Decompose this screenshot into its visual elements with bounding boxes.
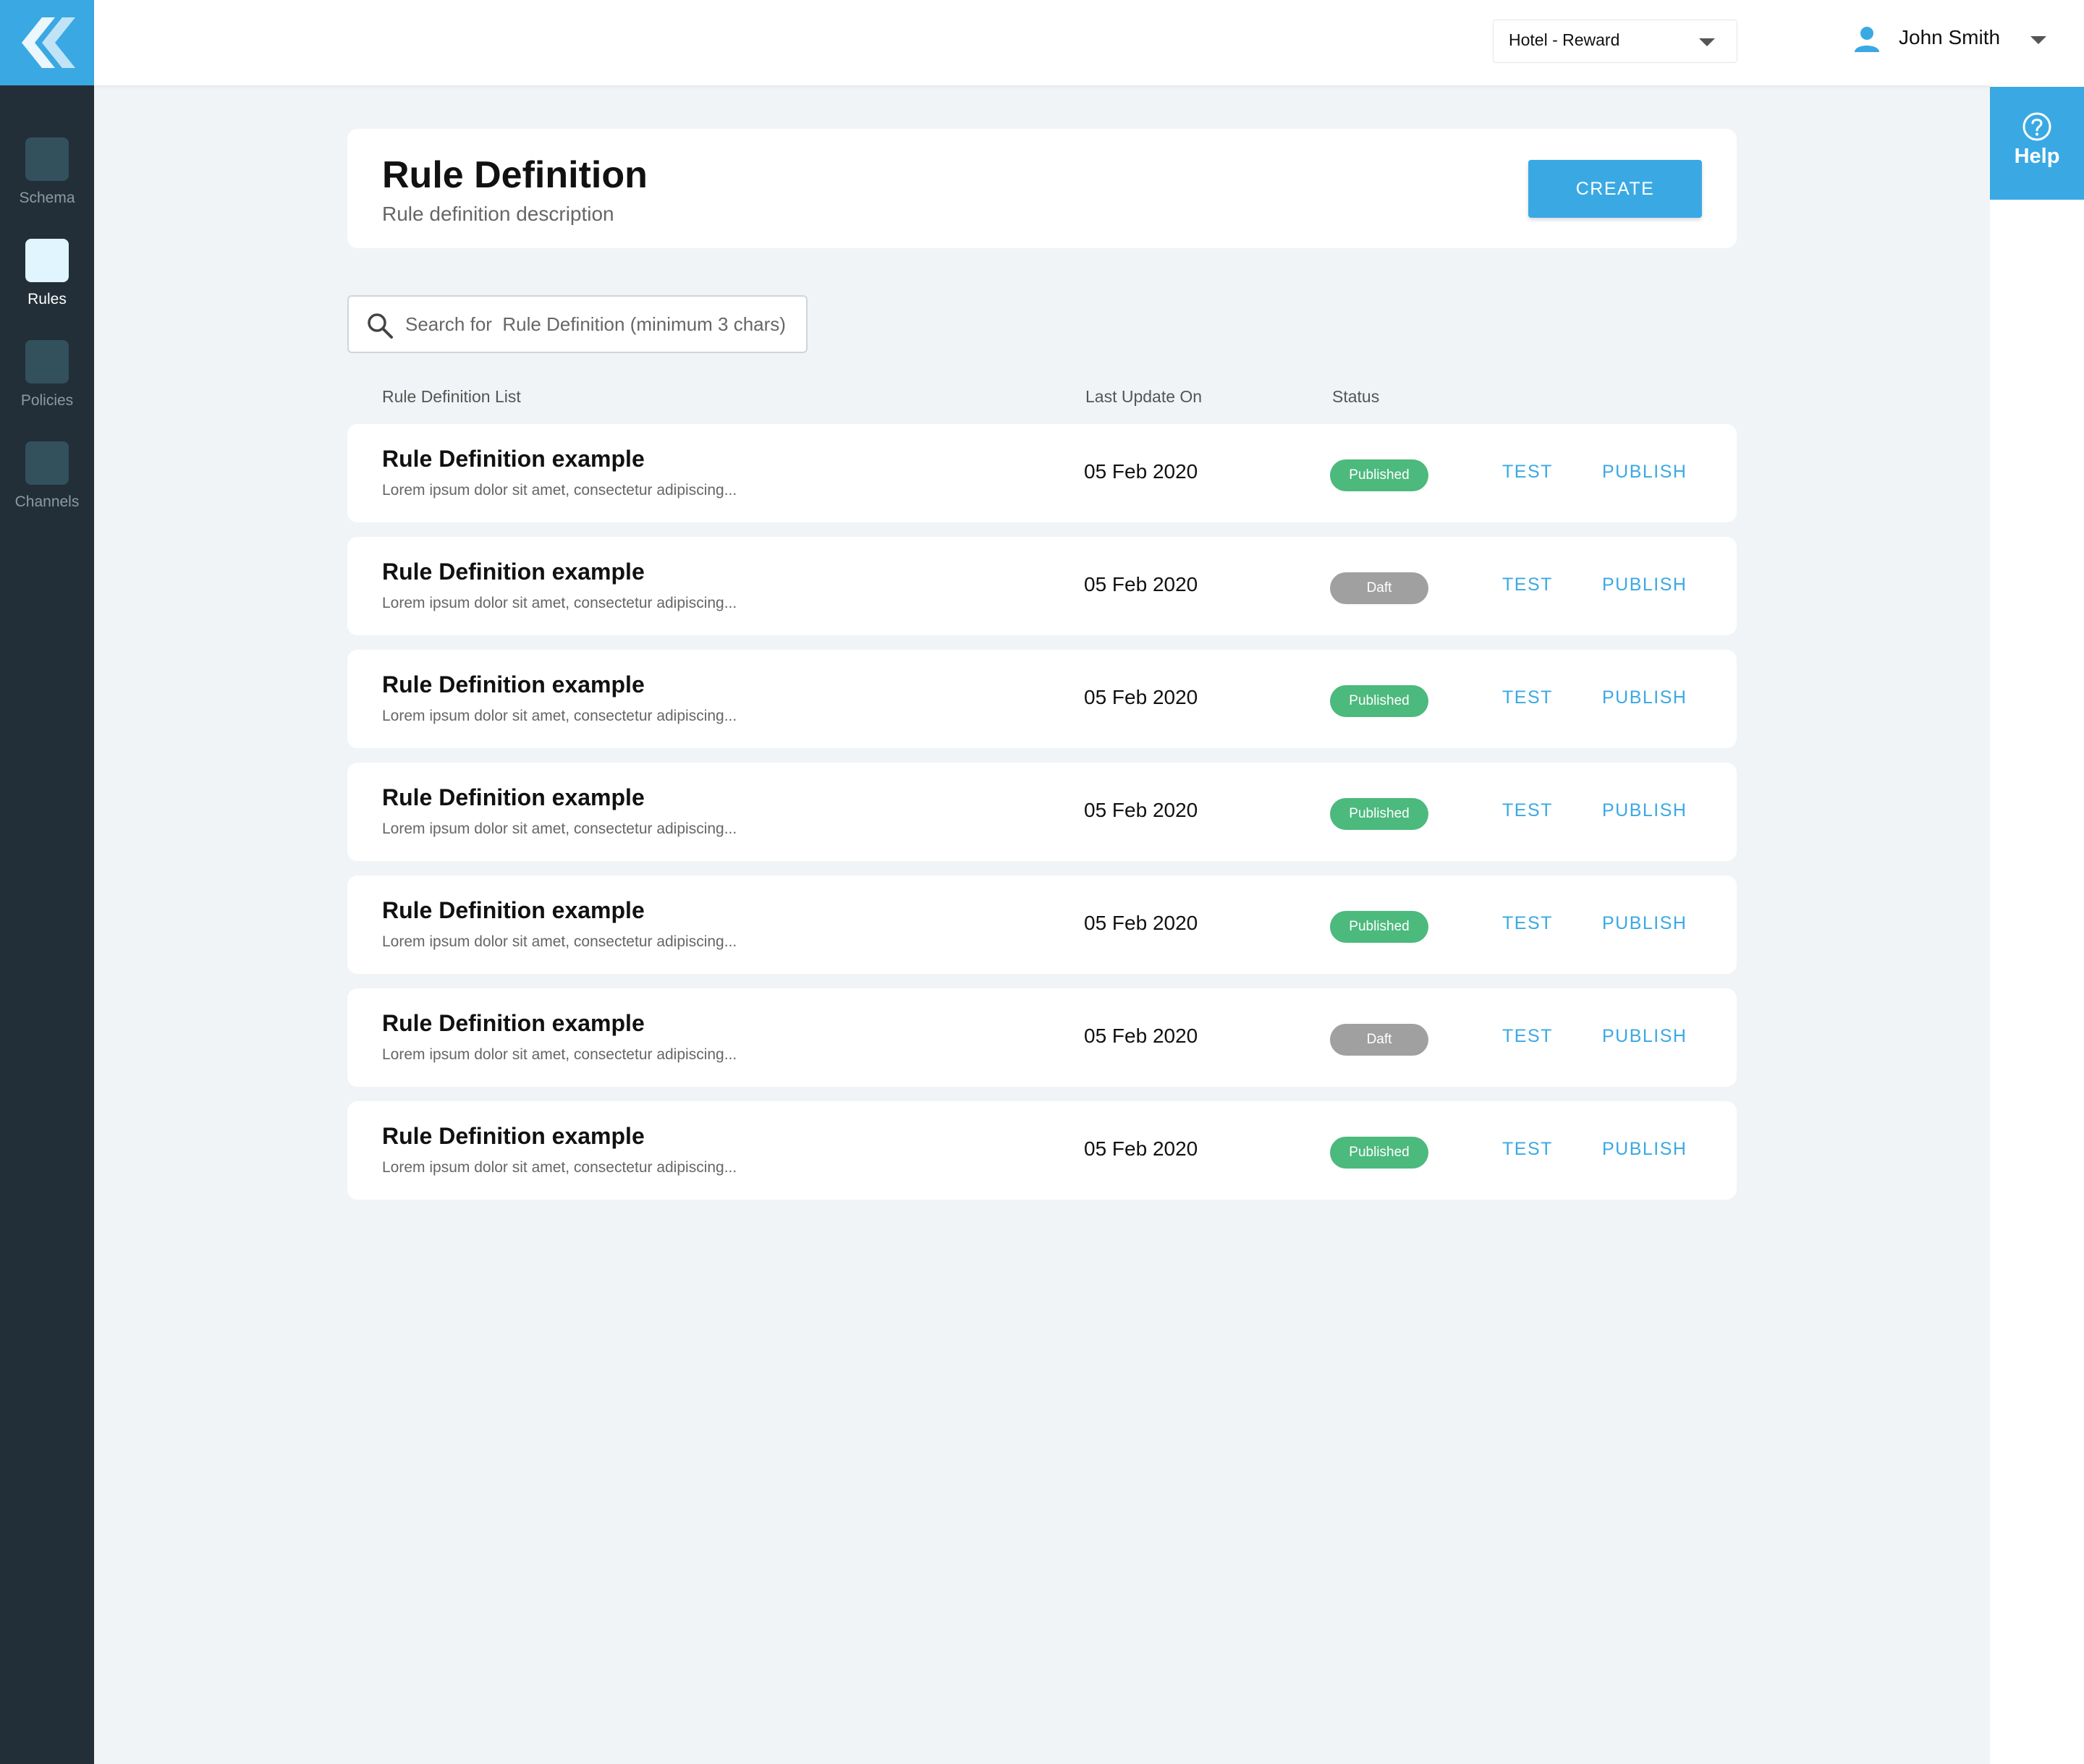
schema-icon xyxy=(25,137,69,181)
row-date: 05 Feb 2020 xyxy=(1084,573,1198,595)
row-title: Rule Definition example xyxy=(382,446,645,472)
test-button[interactable]: TEST xyxy=(1502,574,1553,595)
test-button[interactable]: TEST xyxy=(1502,1026,1553,1047)
status-badge: Published xyxy=(1330,685,1428,717)
column-header-list: Rule Definition List xyxy=(382,387,521,406)
publish-button[interactable]: PUBLISH xyxy=(1602,462,1687,483)
test-button[interactable]: TEST xyxy=(1502,800,1553,821)
sidebar-item-label: Policies xyxy=(20,392,74,409)
row-title: Rule Definition example xyxy=(382,1010,645,1036)
sidebar-item-label: Schema xyxy=(19,190,75,206)
row-title: Rule Definition example xyxy=(382,784,645,810)
logo-icon xyxy=(22,17,75,68)
publish-button[interactable]: PUBLISH xyxy=(1602,574,1687,595)
status-badge: Published xyxy=(1330,798,1428,830)
search-input[interactable] xyxy=(405,307,796,342)
sidebar-item-channels[interactable]: Channels xyxy=(0,441,94,511)
status-badge: Published xyxy=(1330,459,1428,491)
row-date: 05 Feb 2020 xyxy=(1084,799,1198,821)
header-card: Rule Definition Rule definition descript… xyxy=(347,129,1737,248)
test-button[interactable]: TEST xyxy=(1502,687,1553,708)
table-row[interactable]: Rule Definition example Lorem ipsum dolo… xyxy=(347,537,1737,635)
sidebar-item-label: Rules xyxy=(27,291,67,308)
status-badge: Daft xyxy=(1330,1024,1428,1056)
table-row[interactable]: Rule Definition example Lorem ipsum dolo… xyxy=(347,763,1737,861)
test-button[interactable]: TEST xyxy=(1502,1139,1553,1160)
search-box[interactable] xyxy=(347,295,808,353)
row-date: 05 Feb 2020 xyxy=(1084,1137,1198,1160)
page-title: Rule Definition xyxy=(382,154,648,196)
row-description: Lorem ipsum dolor sit amet, consectetur … xyxy=(382,482,737,499)
table-row[interactable]: Rule Definition example Lorem ipsum dolo… xyxy=(347,650,1737,748)
property-select-value: Hotel - Reward xyxy=(1509,30,1620,49)
chevron-down-icon xyxy=(1699,38,1715,46)
table-row[interactable]: Rule Definition example Lorem ipsum dolo… xyxy=(347,424,1737,522)
row-description: Lorem ipsum dolor sit amet, consectetur … xyxy=(382,1159,737,1176)
user-menu-chevron-icon[interactable] xyxy=(2030,36,2046,44)
property-select[interactable]: Hotel - Reward xyxy=(1493,20,1737,63)
policies-icon xyxy=(25,340,69,383)
test-button[interactable]: TEST xyxy=(1502,913,1553,934)
row-description: Lorem ipsum dolor sit amet, consectetur … xyxy=(382,1046,737,1063)
logo[interactable] xyxy=(0,0,94,85)
row-date: 05 Feb 2020 xyxy=(1084,1025,1198,1047)
publish-button[interactable]: PUBLISH xyxy=(1602,1026,1687,1047)
row-description: Lorem ipsum dolor sit amet, consectetur … xyxy=(382,933,737,950)
table-row[interactable]: Rule Definition example Lorem ipsum dolo… xyxy=(347,1101,1737,1200)
sidebar-item-policies[interactable]: Policies xyxy=(0,340,94,410)
top-bar xyxy=(94,0,2084,85)
column-header-last-update: Last Update On xyxy=(1085,387,1203,406)
row-description: Lorem ipsum dolor sit amet, consectetur … xyxy=(382,820,737,837)
status-badge: Published xyxy=(1330,1137,1428,1169)
row-title: Rule Definition example xyxy=(382,897,645,923)
sidebar-item-label: Channels xyxy=(14,493,80,510)
row-title: Rule Definition example xyxy=(382,671,645,697)
row-title: Rule Definition example xyxy=(382,559,645,585)
user-name[interactable]: John Smith xyxy=(1899,26,2000,49)
publish-button[interactable]: PUBLISH xyxy=(1602,913,1687,934)
publish-button[interactable]: PUBLISH xyxy=(1602,687,1687,708)
row-date: 05 Feb 2020 xyxy=(1084,912,1198,934)
sidebar: Schema Rules Policies Channels xyxy=(0,0,94,1764)
create-button[interactable]: CREATE xyxy=(1528,160,1702,218)
table-row[interactable]: Rule Definition example Lorem ipsum dolo… xyxy=(347,875,1737,974)
sidebar-item-rules[interactable]: Rules xyxy=(0,239,94,308)
publish-button[interactable]: PUBLISH xyxy=(1602,1139,1687,1160)
rules-icon xyxy=(25,239,69,282)
column-header-status: Status xyxy=(1332,387,1380,406)
row-date: 05 Feb 2020 xyxy=(1084,460,1198,483)
status-badge: Published xyxy=(1330,911,1428,943)
row-description: Lorem ipsum dolor sit amet, consectetur … xyxy=(382,595,737,611)
help-button[interactable]: Help xyxy=(1990,87,2084,200)
user-icon[interactable] xyxy=(1852,25,1881,54)
page-subtitle: Rule definition description xyxy=(382,203,614,225)
sidebar-item-schema[interactable]: Schema xyxy=(0,137,94,207)
row-description: Lorem ipsum dolor sit amet, consectetur … xyxy=(382,708,737,724)
help-panel xyxy=(1990,85,2084,1764)
help-label: Help xyxy=(2014,145,2060,168)
search-icon xyxy=(368,313,393,339)
help-icon xyxy=(2022,112,2051,141)
channels-icon xyxy=(25,441,69,485)
table-row[interactable]: Rule Definition example Lorem ipsum dolo… xyxy=(347,988,1737,1087)
row-title: Rule Definition example xyxy=(382,1123,645,1149)
row-date: 05 Feb 2020 xyxy=(1084,686,1198,708)
publish-button[interactable]: PUBLISH xyxy=(1602,800,1687,821)
test-button[interactable]: TEST xyxy=(1502,462,1553,483)
status-badge: Daft xyxy=(1330,572,1428,604)
